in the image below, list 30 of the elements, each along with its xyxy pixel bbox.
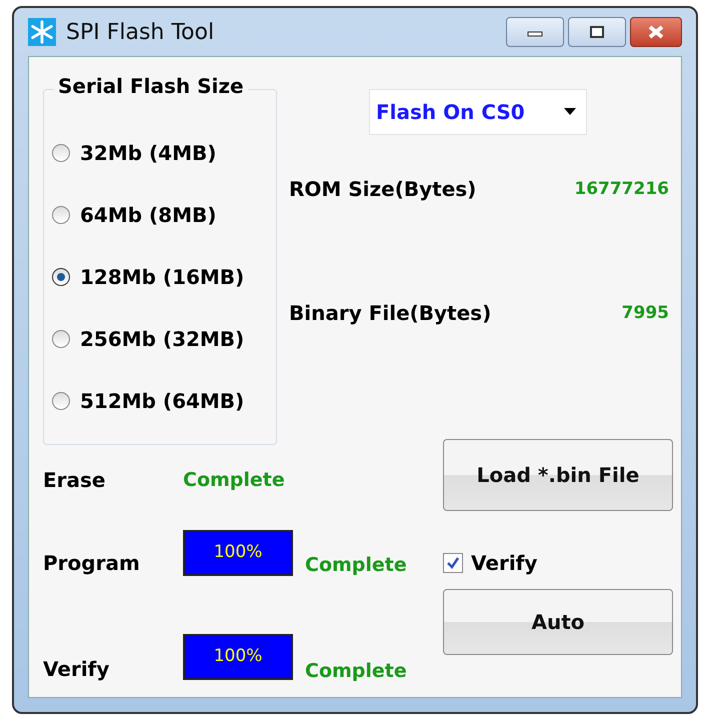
radio-option[interactable]: 512Mb (64MB) <box>52 370 276 432</box>
load-file-button[interactable]: Load *.bin File <box>443 439 673 511</box>
verify-checkbox[interactable]: Verify <box>443 551 538 575</box>
window-title: SPI Flash Tool <box>66 20 214 44</box>
step-label: Verify <box>43 656 110 681</box>
minimize-button[interactable] <box>506 17 564 47</box>
step-label: Program <box>43 550 141 575</box>
radio-option[interactable]: 128Mb (16MB) <box>52 246 276 308</box>
checkmark-icon <box>446 556 460 570</box>
step-status: Complete <box>305 659 407 682</box>
caret-icon <box>564 108 576 116</box>
info-label: ROM Size(Bytes) <box>289 177 476 201</box>
close-icon <box>646 25 666 39</box>
info-value: 7995 <box>622 303 669 323</box>
info-label: Binary File(Bytes) <box>289 301 492 325</box>
radio-option[interactable]: 32Mb (4MB) <box>52 122 276 184</box>
radio-option[interactable]: 64Mb (8MB) <box>52 184 276 246</box>
maximize-button[interactable] <box>568 17 626 47</box>
chip-select-dropdown[interactable]: Flash On CS0 <box>369 89 587 135</box>
progress-reading: 100% <box>212 646 264 666</box>
close-button[interactable] <box>630 17 682 47</box>
progress-reading: 100% <box>212 542 264 562</box>
step-label: Erase <box>43 468 106 492</box>
step-status: Complete <box>305 553 407 576</box>
snowflake-icon <box>28 18 56 46</box>
step-status: Complete <box>183 469 285 491</box>
radio-option[interactable]: 256Mb (32MB) <box>52 308 276 370</box>
maximize-icon <box>587 25 607 39</box>
info-value: 16777216 <box>574 179 669 199</box>
auto-button[interactable]: Auto <box>443 589 673 655</box>
